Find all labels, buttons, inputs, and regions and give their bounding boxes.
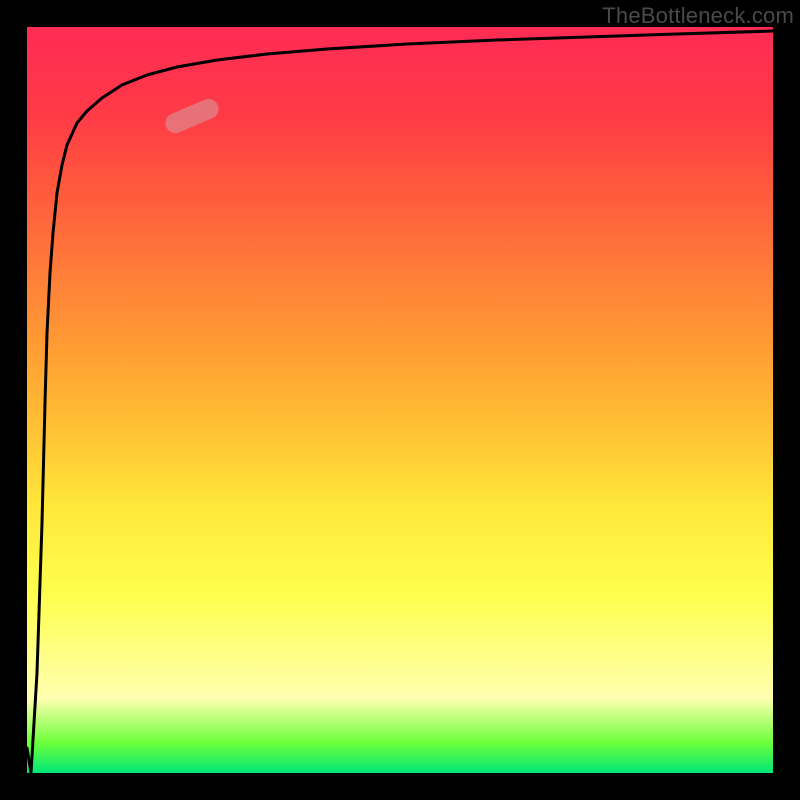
frame-right <box>773 0 800 800</box>
frame-bottom <box>0 773 800 800</box>
frame-svg <box>0 0 800 800</box>
watermark-text: TheBottleneck.com <box>602 3 794 29</box>
chart-container: TheBottleneck.com <box>0 0 800 800</box>
frame-left <box>0 0 27 800</box>
